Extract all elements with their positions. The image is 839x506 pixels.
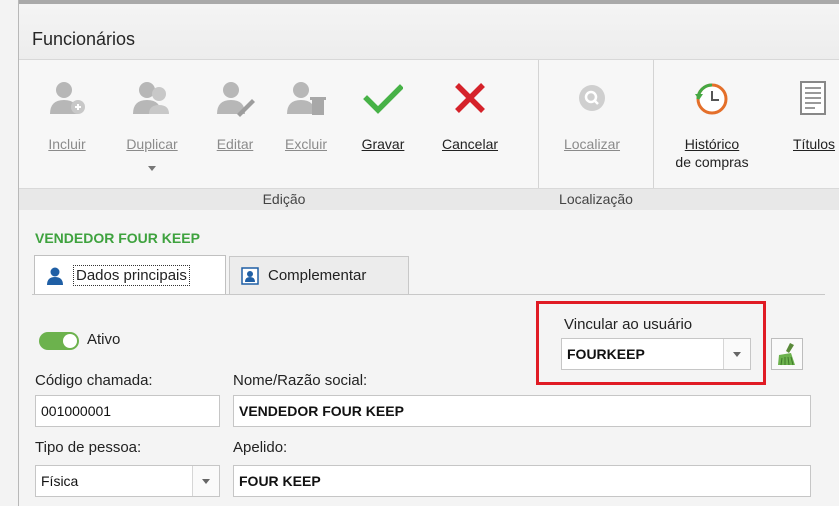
ribbon-group-bar: [19, 188, 839, 212]
titulos-button[interactable]: Títulos: [787, 60, 839, 186]
vincular-usuario-select[interactable]: FOURKEEP: [561, 338, 751, 370]
group-label-localizacao: Localização: [559, 191, 633, 207]
gravar-button[interactable]: Gravar: [356, 60, 410, 186]
edit-user-icon: [217, 82, 255, 117]
form-area: VENDEDOR FOUR KEEP Dados principais Comp…: [19, 210, 839, 506]
localizar-button[interactable]: Localizar: [554, 60, 630, 186]
record-title: VENDEDOR FOUR KEEP: [35, 230, 200, 246]
cancelar-label: Cancelar: [441, 136, 499, 152]
gravar-label: Gravar: [361, 136, 405, 152]
title-bar: Funcionários: [19, 0, 839, 59]
tab-label-dados-principais: Dados principais: [73, 265, 190, 286]
ribbon-toolbar: Incluir Duplicar Editar Excluir Gravar C…: [19, 59, 839, 212]
search-icon: [579, 85, 605, 111]
contact-card-icon: [241, 266, 259, 285]
tipo-pessoa-select[interactable]: Física: [35, 465, 220, 497]
nome-label: Nome/Razão social:: [233, 372, 368, 389]
add-user-icon: [50, 82, 85, 114]
close-icon: [455, 83, 485, 113]
tab-baseline: [32, 294, 825, 295]
incluir-label: Incluir: [48, 136, 86, 152]
window: Funcionários Incluir Duplicar Editar Exc…: [18, 0, 839, 506]
duplicar-button[interactable]: Duplicar: [117, 60, 187, 186]
apelido-input[interactable]: FOUR KEEP: [233, 465, 811, 497]
checkmark-icon: [363, 84, 403, 114]
clear-button[interactable]: [771, 338, 803, 370]
duplicate-user-icon: [133, 82, 169, 114]
excluir-button[interactable]: Excluir: [278, 60, 334, 186]
tab-label-complementar: Complementar: [268, 267, 367, 284]
historico-label-line1: Histórico: [684, 136, 740, 152]
document-icon: [800, 81, 826, 115]
historico-label-line2: de compras: [675, 154, 749, 170]
duplicar-label: Duplicar: [126, 136, 178, 152]
excluir-label: Excluir: [284, 136, 327, 152]
editar-label: Editar: [216, 136, 254, 152]
window-title: Funcionários: [32, 29, 136, 49]
codigo-chamada-input[interactable]: 001000001: [35, 395, 220, 427]
broom-icon: [778, 343, 795, 366]
titulos-label: Títulos: [793, 136, 836, 152]
editar-button[interactable]: Editar: [209, 60, 261, 186]
ativo-label: Ativo: [87, 331, 121, 348]
codigo-label: Código chamada:: [35, 372, 153, 389]
chevron-down-icon[interactable]: [723, 339, 750, 369]
apelido-label: Apelido:: [233, 439, 288, 456]
group-label-edicao: Edição: [262, 191, 306, 207]
historico-compras-button[interactable]: Histórico de compras: [669, 60, 755, 186]
tab-dados-principais[interactable]: Dados principais: [34, 255, 226, 295]
vincular-usuario-value: FOURKEEP: [567, 346, 645, 362]
tipo-pessoa-label: Tipo de pessoa:: [35, 439, 142, 456]
vincular-label: Vincular ao usuário: [564, 316, 693, 333]
tipo-pessoa-value: Física: [41, 473, 79, 489]
historico-label: Histórico de compras: [669, 135, 755, 171]
incluir-button[interactable]: Incluir: [41, 60, 93, 186]
tab-complementar[interactable]: Complementar: [229, 256, 409, 294]
ativo-toggle[interactable]: [39, 332, 79, 350]
nome-razao-social-input[interactable]: VENDEDOR FOUR KEEP: [233, 395, 811, 427]
localizar-label: Localizar: [563, 136, 621, 152]
user-icon: [47, 267, 63, 285]
chevron-down-icon[interactable]: [148, 166, 156, 171]
cancelar-button[interactable]: Cancelar: [431, 60, 509, 186]
delete-user-icon: [287, 82, 326, 115]
chevron-down-icon[interactable]: [192, 466, 219, 496]
history-clock-icon: [695, 83, 728, 115]
